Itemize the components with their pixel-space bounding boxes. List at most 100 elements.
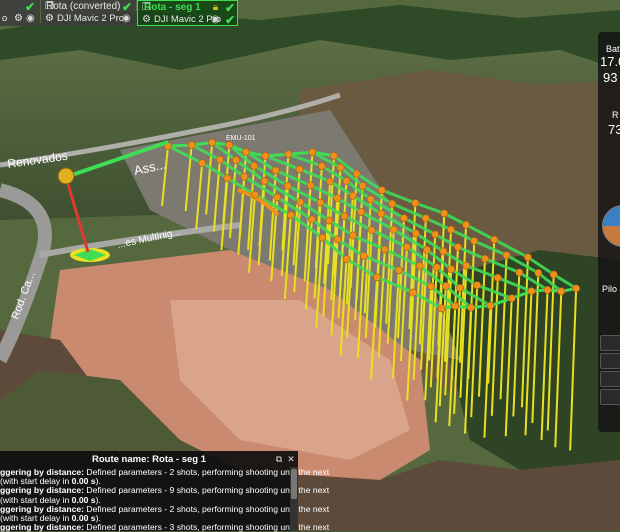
settings-icon[interactable]: ⚙ xyxy=(44,13,55,24)
waypoint[interactable] xyxy=(557,287,566,296)
route-tab-2[interactable]: ❐ Rota (converted) ✔ ⚙ DJI Mavic 2 Pro ◉ xyxy=(41,0,136,26)
waypoint[interactable] xyxy=(415,262,424,270)
waypoint[interactable] xyxy=(389,225,398,234)
detach-icon[interactable]: ⧉ xyxy=(274,454,284,464)
waypoint[interactable] xyxy=(250,161,258,170)
waypoint[interactable] xyxy=(431,230,440,239)
waypoint[interactable] xyxy=(330,151,338,160)
waypoint[interactable] xyxy=(423,245,431,254)
waypoint[interactable] xyxy=(348,191,357,200)
waypoint[interactable] xyxy=(325,216,334,225)
panel-button-2[interactable] xyxy=(600,353,620,369)
waypoint[interactable] xyxy=(232,156,240,165)
waypoint[interactable] xyxy=(357,208,365,217)
waypoint[interactable] xyxy=(447,265,456,274)
settings-icon[interactable]: ⚙ xyxy=(13,13,24,24)
waypoint[interactable] xyxy=(349,231,357,240)
waypoint[interactable] xyxy=(260,177,269,185)
waypoint[interactable] xyxy=(251,190,259,199)
waypoint[interactable] xyxy=(388,199,397,208)
waypoint[interactable] xyxy=(507,294,516,303)
waypoint[interactable] xyxy=(481,254,489,263)
waypoint[interactable] xyxy=(333,194,342,203)
eye-icon[interactable]: ◉ xyxy=(211,14,223,26)
waypoint[interactable] xyxy=(441,282,450,290)
close-icon[interactable]: ✕ xyxy=(286,454,296,464)
waypoint[interactable] xyxy=(208,138,217,147)
waypoint[interactable] xyxy=(493,273,502,282)
waypoint[interactable] xyxy=(187,141,196,149)
waypoint[interactable] xyxy=(572,284,581,293)
settings-icon[interactable]: ⚙ xyxy=(141,14,152,25)
waypoint[interactable] xyxy=(318,233,327,242)
waypoint[interactable] xyxy=(400,214,408,223)
waypoint[interactable] xyxy=(198,159,207,167)
check-icon[interactable]: ✔ xyxy=(225,14,237,26)
waypoint[interactable] xyxy=(427,282,436,291)
waypoint[interactable] xyxy=(437,304,446,313)
waypoint[interactable] xyxy=(524,253,532,262)
waypoint[interactable] xyxy=(440,209,449,218)
waypoint[interactable] xyxy=(242,147,250,156)
waypoint[interactable] xyxy=(342,255,351,264)
waypoint[interactable] xyxy=(462,261,471,270)
waypoint[interactable] xyxy=(527,287,536,296)
panel-button-1[interactable] xyxy=(600,335,620,351)
waypoint[interactable] xyxy=(409,288,418,297)
waypoint[interactable] xyxy=(340,212,349,221)
waypoint[interactable] xyxy=(215,155,224,164)
waypoint[interactable] xyxy=(412,229,420,238)
waypoint[interactable] xyxy=(454,243,462,252)
route-list-scrollbar[interactable] xyxy=(290,467,298,531)
waypoint[interactable] xyxy=(403,243,411,251)
panel-button-3[interactable] xyxy=(600,371,620,387)
waypoint[interactable] xyxy=(295,165,304,174)
waypoint[interactable] xyxy=(447,225,455,234)
waypoint[interactable] xyxy=(308,215,316,224)
waypoint[interactable] xyxy=(352,169,361,178)
waypoint[interactable] xyxy=(549,270,558,279)
waypoint[interactable] xyxy=(502,251,511,260)
waypoint[interactable] xyxy=(432,263,441,272)
waypoint[interactable] xyxy=(451,302,460,310)
panel-button-4[interactable] xyxy=(600,389,620,405)
waypoint[interactable] xyxy=(286,211,295,219)
waypoint[interactable] xyxy=(377,209,386,218)
waypoint[interactable] xyxy=(333,235,342,244)
waypoint[interactable] xyxy=(515,268,524,277)
waypoint[interactable] xyxy=(467,303,475,312)
waypoint[interactable] xyxy=(421,214,430,223)
scrollbar-thumb[interactable] xyxy=(291,469,297,499)
takeoff-point[interactable] xyxy=(57,167,75,185)
waypoint[interactable] xyxy=(273,193,282,202)
waypoint[interactable] xyxy=(326,177,334,186)
waypoint[interactable] xyxy=(470,237,479,245)
check-icon[interactable]: ✔ xyxy=(122,1,134,13)
waypoint[interactable] xyxy=(543,286,552,294)
waypoint[interactable] xyxy=(240,172,249,181)
waypoint[interactable] xyxy=(316,198,325,207)
waypoint[interactable] xyxy=(486,301,495,310)
waypoint[interactable] xyxy=(271,166,280,175)
waypoint[interactable] xyxy=(283,182,292,190)
waypoint[interactable] xyxy=(367,226,376,234)
waypoint[interactable] xyxy=(223,174,232,183)
waypoint[interactable] xyxy=(284,150,293,159)
waypoint[interactable] xyxy=(534,269,543,277)
waypoint[interactable] xyxy=(380,245,389,254)
waypoint[interactable] xyxy=(296,198,305,207)
waypoint[interactable] xyxy=(342,176,351,185)
waypoint[interactable] xyxy=(336,163,345,172)
waypoint[interactable] xyxy=(377,186,386,195)
waypoint[interactable] xyxy=(306,181,315,190)
waypoint[interactable] xyxy=(462,220,470,229)
waypoint[interactable] xyxy=(317,162,326,170)
waypoint[interactable] xyxy=(439,247,448,256)
lock-icon[interactable]: 🔒︎ xyxy=(210,2,221,13)
waypoint[interactable] xyxy=(225,141,234,149)
waypoint[interactable] xyxy=(308,148,317,157)
waypoint[interactable] xyxy=(359,251,368,260)
waypoint[interactable] xyxy=(261,152,270,160)
route-tab-1[interactable]: ✔ o ⚙ ◉ xyxy=(0,0,40,26)
route-tab-3-active[interactable]: ❐ Rota - seg 1 🔒︎ ✔ ⚙ DJI Mavic 2 Pro ◉ … xyxy=(137,0,238,26)
